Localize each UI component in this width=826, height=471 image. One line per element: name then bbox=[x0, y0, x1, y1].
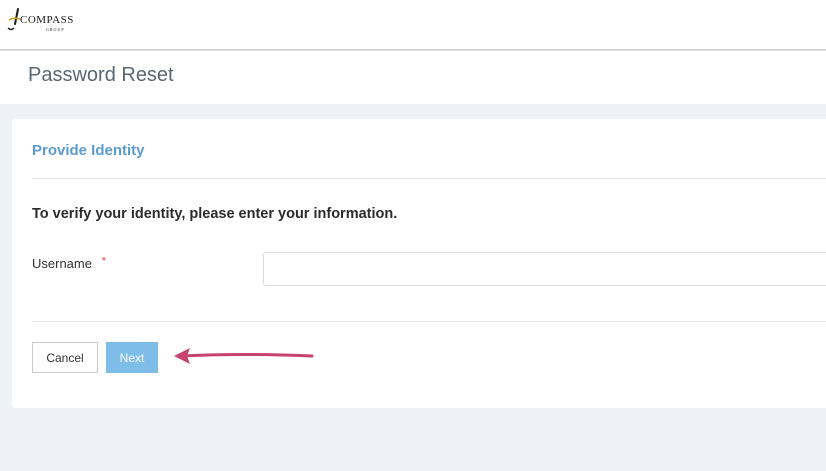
page-title: Password Reset bbox=[28, 64, 174, 86]
required-indicator: * bbox=[102, 256, 106, 267]
top-bar: COMPASS GROUP bbox=[0, 0, 826, 50]
instruction-text: To verify your identity, please enter yo… bbox=[32, 206, 398, 222]
section-divider bbox=[32, 178, 826, 179]
cancel-button[interactable]: Cancel bbox=[32, 342, 98, 373]
arrow-left-icon bbox=[174, 348, 314, 364]
compass-logo[interactable]: COMPASS GROUP bbox=[6, 6, 90, 36]
actions-divider bbox=[32, 321, 826, 322]
section-title: Provide Identity bbox=[32, 142, 145, 159]
next-button[interactable]: Next bbox=[106, 342, 158, 373]
logo-subbrand-text: GROUP bbox=[46, 27, 65, 32]
username-label: Username bbox=[32, 256, 92, 271]
logo-brand-text: COMPASS bbox=[20, 14, 74, 26]
username-input[interactable] bbox=[263, 252, 826, 286]
